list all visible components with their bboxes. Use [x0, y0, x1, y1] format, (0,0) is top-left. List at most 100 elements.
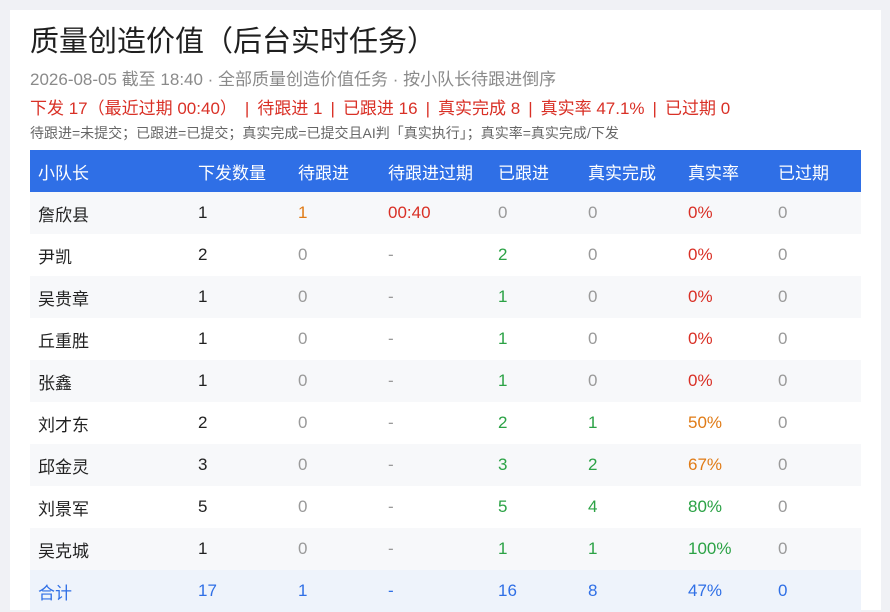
table-row: 张鑫 1 0-1 0 0% 0 [30, 360, 861, 402]
table-row: 吴克城 1 0-1 1 100% 0 [30, 528, 861, 570]
cell-expired: 0 [770, 192, 861, 234]
total-cell-name: 合计 [30, 570, 190, 612]
summary-separator: | [425, 99, 430, 118]
page-title: 质量创造价值（后台实时任务） [30, 26, 437, 58]
cell-rate: 80% [680, 486, 770, 528]
cell-expired: 0 [770, 528, 861, 570]
column-header: 下发数量 [190, 150, 290, 192]
cell-rate: 0% [680, 318, 770, 360]
cell-expired: 0 [770, 234, 861, 276]
table-row: 詹欣县 1 1 00:40 0 0 0% 0 [30, 192, 861, 234]
cell-issued: 1 [190, 276, 290, 318]
cell-pending-expire: - [380, 318, 490, 360]
table-row: 刘景军 5 0-5 4 80% 0 [30, 486, 861, 528]
cell-pending: 1 [290, 192, 380, 234]
cell-pending: 0 [290, 402, 380, 444]
table-row: 刘才东 2 0-2 1 50% 0 [30, 402, 861, 444]
cell-issued: 5 [190, 486, 290, 528]
cell-pending: 0 [290, 234, 380, 276]
cell-followed: 0 [490, 192, 580, 234]
summary-bar: 下发 17（最近过期 00:40） | 待跟进 1 | 已跟进 16 | 真实完成 8 | 真实… [30, 97, 730, 121]
cell-rate: 67% [680, 444, 770, 486]
cell-followed: 1 [490, 528, 580, 570]
cell-name: 邱金灵 [30, 444, 190, 486]
cell-name: 张鑫 [30, 360, 190, 402]
cell-followed: 1 [490, 318, 580, 360]
cell-rate: 0% [680, 360, 770, 402]
column-header: 待跟进 [290, 150, 380, 192]
summary-issued: 下发 17（最近过期 00:40） [30, 99, 237, 118]
cell-pending-expire: 00:40 [380, 192, 490, 234]
cell-issued: 2 [190, 234, 290, 276]
cell-pending-expire: - [380, 234, 490, 276]
leader-table: 小队长 下发数量 待跟进 待跟进过期 已跟进 真实完成 真实率 已过期 詹欣县 1… [30, 150, 861, 612]
cell-pending: 0 [290, 486, 380, 528]
cell-completed: 0 [580, 276, 680, 318]
cell-name: 吴贵章 [30, 276, 190, 318]
cell-name: 詹欣县 [30, 192, 190, 234]
column-header: 真实完成 [580, 150, 680, 192]
cell-rate: 0% [680, 276, 770, 318]
cell-followed: 3 [490, 444, 580, 486]
cell-followed: 2 [490, 234, 580, 276]
summary-pending: 待跟进 1 [257, 99, 323, 118]
table-row: 尹凯 2 0-2 0 0% 0 [30, 234, 861, 276]
cell-expired: 0 [770, 276, 861, 318]
cell-completed: 0 [580, 192, 680, 234]
cell-issued: 1 [190, 360, 290, 402]
cell-pending: 0 [290, 360, 380, 402]
summary-expired: 已过期 0 [664, 99, 731, 118]
table-row: 邱金灵 3 0-3 2 67% 0 [30, 444, 861, 486]
cell-completed: 0 [580, 234, 680, 276]
cell-rate: 50% [680, 402, 770, 444]
cell-name: 刘景军 [30, 486, 190, 528]
cell-followed: 1 [490, 276, 580, 318]
cell-completed: 1 [580, 528, 680, 570]
cell-expired: 0 [770, 318, 861, 360]
cell-pending-expire: - [380, 402, 490, 444]
summary-rate: 真实率 47.1% [540, 99, 645, 118]
cell-name: 吴克城 [30, 528, 190, 570]
total-cell-completed: 8 [580, 570, 680, 612]
cell-completed: 0 [580, 360, 680, 402]
cell-expired: 0 [770, 402, 861, 444]
cell-issued: 3 [190, 444, 290, 486]
total-cell-issued: 17 [190, 570, 290, 612]
table-body: 詹欣县 1 1 00:40 0 0 0% 0 尹凯 2 0-2 0 0% 0 吴贵章 1 0-1 0 0% 0 丘重胜 1… [30, 192, 861, 570]
cell-name: 丘重胜 [30, 318, 190, 360]
table-total-row: 合计 17 1 - 16 8 47% 0 [30, 570, 861, 612]
cell-name: 尹凯 [30, 234, 190, 276]
total-cell-pending: 1 [290, 570, 380, 612]
total-cell-followed: 16 [490, 570, 580, 612]
column-header: 待跟进过期 [380, 150, 490, 192]
cell-pending: 0 [290, 276, 380, 318]
legend-note: 待跟进=未提交；已跟进=已提交；真实完成=已提交且AI判「真实执行」；真实率=真… [30, 125, 619, 141]
column-header: 小队长 [30, 150, 190, 192]
table-row: 丘重胜 1 0-1 0 0% 0 [30, 318, 861, 360]
table-header-row: 小队长 下发数量 待跟进 待跟进过期 已跟进 真实完成 真实率 已过期 [30, 150, 861, 192]
cell-rate: 100% [680, 528, 770, 570]
cell-pending: 0 [290, 444, 380, 486]
summary-completed: 真实完成 8 [438, 99, 521, 118]
cell-pending: 0 [290, 528, 380, 570]
column-header: 已跟进 [490, 150, 580, 192]
total-cell-expired: 0 [770, 570, 861, 612]
cell-followed: 1 [490, 360, 580, 402]
cell-completed: 2 [580, 444, 680, 486]
total-cell-pending-expire: - [380, 570, 490, 612]
total-cell-rate: 47% [680, 570, 770, 612]
cell-issued: 1 [190, 528, 290, 570]
cell-pending: 0 [290, 318, 380, 360]
cell-pending-expire: - [380, 528, 490, 570]
cell-pending-expire: - [380, 486, 490, 528]
cell-expired: 0 [770, 486, 861, 528]
cell-expired: 0 [770, 360, 861, 402]
cell-issued: 1 [190, 318, 290, 360]
cell-expired: 0 [770, 444, 861, 486]
cell-pending-expire: - [380, 276, 490, 318]
summary-separator: | [244, 99, 250, 118]
column-header: 真实率 [680, 150, 770, 192]
cell-rate: 0% [680, 192, 770, 234]
cell-completed: 1 [580, 402, 680, 444]
column-header: 已过期 [770, 150, 861, 192]
